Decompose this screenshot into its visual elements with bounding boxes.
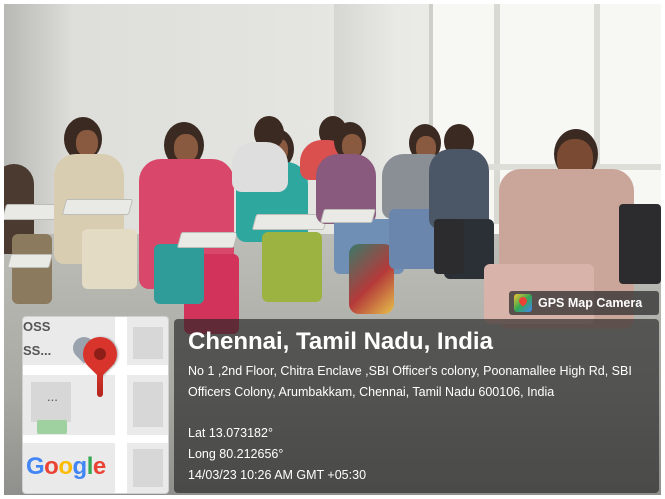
gps-badge-label: GPS Map Camera [538, 296, 643, 310]
desk [7, 254, 53, 268]
chair [619, 204, 661, 284]
latitude: Lat 13.073182° [188, 426, 273, 440]
gps-map-camera-icon [514, 294, 532, 312]
gps-map-camera-badge: GPS Map Camera [509, 291, 659, 315]
longitude: Long 80.212656° [188, 447, 284, 461]
desk [61, 199, 134, 215]
location-pin-icon [94, 348, 106, 360]
google-logo: Google [26, 453, 106, 480]
map-thumbnail: OSS SS... ... Google [22, 316, 169, 494]
desk [320, 209, 376, 223]
location-title: Chennai, Tamil Nadu, India [188, 328, 493, 355]
map-label: SS... [23, 343, 52, 358]
photo-frame: GPS Map Camera Chennai, Tamil Nadu, Indi… [4, 4, 661, 495]
chair [434, 219, 464, 274]
map-label: OSS [23, 319, 51, 334]
location-address: No 1 ,2nd Floor, Chitra Enclave ,SBI Off… [188, 364, 632, 399]
backpack [349, 244, 394, 314]
datetime: 14/03/23 10:26 AM GMT +05:30 [188, 468, 367, 482]
location-pin-icon [97, 369, 103, 397]
map-label: ... [47, 389, 58, 404]
desk [176, 232, 239, 248]
